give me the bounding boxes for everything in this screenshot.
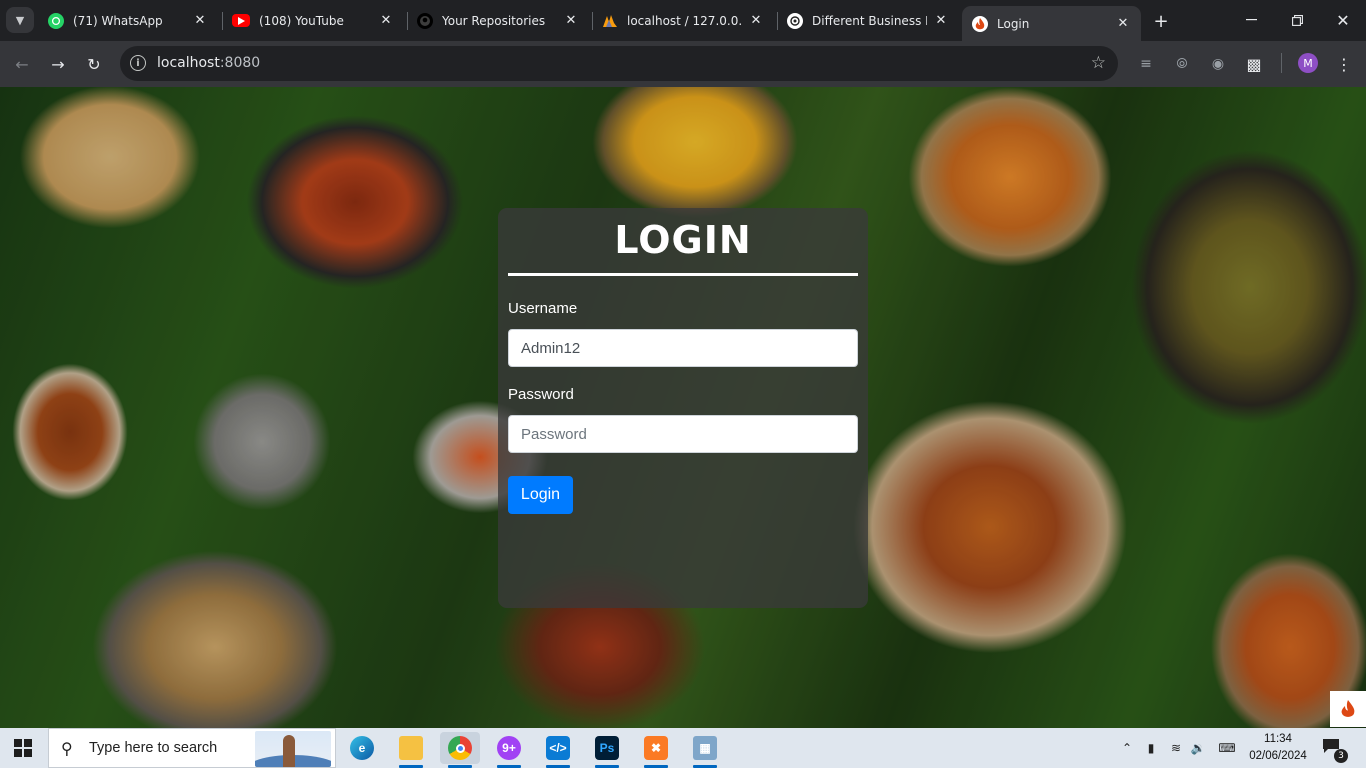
url-host: localhost [157, 55, 220, 71]
reload-button[interactable]: ↻ [82, 52, 106, 76]
system-clock[interactable]: 11:34 02/06/2024 [1240, 731, 1316, 765]
page-viewport: LOGIN Username Password Login [0, 87, 1366, 728]
chrome-icon [448, 736, 472, 760]
extensions-puzzle-icon[interactable]: ▩ [1243, 53, 1265, 75]
whatsapp-icon [48, 12, 64, 29]
volume-icon[interactable]: 🔉 [1190, 740, 1206, 756]
site-info-icon[interactable]: i [130, 55, 146, 71]
close-icon[interactable]: ✕ [192, 13, 208, 29]
camera-icon[interactable]: ◉ [1207, 53, 1229, 75]
restore-icon [1291, 14, 1303, 26]
close-icon: ✕ [1336, 10, 1350, 30]
tab-repositories[interactable]: Your Repositories ✕ [407, 6, 589, 35]
tab-youtube[interactable]: (108) YouTube ✕ [222, 6, 404, 35]
close-icon[interactable]: ✕ [378, 13, 394, 29]
taskbar-app-photoshop[interactable]: Ps [587, 732, 627, 768]
close-icon[interactable]: ✕ [933, 13, 949, 29]
notification-center-button[interactable]: 3 [1322, 738, 1348, 763]
file-explorer-icon [399, 736, 423, 760]
clock-time: 11:34 [1264, 733, 1292, 745]
taskbar-search-box[interactable]: ⚲ Type here to search [48, 728, 336, 768]
close-icon[interactable]: ✕ [1115, 16, 1131, 32]
search-icon: ⚲ [61, 739, 73, 758]
reload-icon: ↻ [87, 54, 101, 74]
tab-strip: ▼ (71) WhatsApp ✕ (108) YouTube ✕ Your R… [0, 0, 1366, 41]
openai-icon [787, 12, 803, 29]
phpmyadmin-icon [602, 13, 618, 29]
password-input[interactable] [508, 415, 858, 453]
image-viewer-icon: ▦ [693, 736, 717, 760]
codeigniter-icon [972, 15, 988, 32]
login-title: LOGIN [614, 218, 752, 262]
taskbar-app-edge[interactable]: e [342, 732, 382, 764]
minimize-icon [1245, 19, 1257, 21]
tab-label: Different Business En [812, 13, 927, 28]
chevron-down-icon: ▼ [15, 13, 25, 27]
profile-avatar[interactable]: M [1298, 53, 1318, 73]
taskbar-app-vscode[interactable]: </> [538, 732, 578, 768]
new-tab-button[interactable]: + [1150, 10, 1172, 32]
username-label: Username [508, 300, 578, 317]
browser-toolbar: ← → ↻ i localhost:8080 ☆ ≡ ⦾ ◉ ▩ ⋮ [0, 41, 1366, 87]
compass-icon[interactable]: ⦾ [1171, 53, 1193, 75]
tab-whatsapp[interactable]: (71) WhatsApp ✕ [38, 6, 218, 35]
tab-login[interactable]: Login ✕ [962, 6, 1141, 41]
xampp-icon: ✖ [644, 736, 668, 760]
username-input[interactable] [508, 329, 858, 367]
search-placeholder: Type here to search [89, 740, 218, 756]
back-button[interactable]: ← [10, 52, 34, 76]
clock-date: 02/06/2024 [1249, 750, 1307, 762]
tab-search-button[interactable]: ▼ [6, 7, 34, 33]
taskbar-app-chrome-profile[interactable]: 9+ [489, 732, 529, 768]
codeigniter-debug-toolbar-button[interactable] [1330, 691, 1366, 727]
youtube-icon [232, 14, 250, 27]
photoshop-icon: Ps [595, 736, 619, 760]
url-text[interactable]: localhost:8080 [157, 55, 260, 71]
edge-icon: e [350, 736, 374, 760]
windows-start-button[interactable] [14, 739, 32, 757]
tab-label: (71) WhatsApp [73, 13, 163, 28]
battery-icon[interactable]: ▮ [1143, 740, 1159, 756]
login-button[interactable]: Login [508, 476, 573, 514]
close-window-button[interactable]: ✕ [1330, 8, 1356, 32]
taskbar-app-xampp[interactable]: ✖ [636, 732, 676, 768]
notification-count-badge: 3 [1334, 749, 1348, 763]
vscode-icon: </> [546, 736, 570, 760]
address-bar[interactable]: i localhost:8080 ☆ [120, 46, 1118, 81]
extension-translate-icon[interactable]: ≡ [1135, 53, 1157, 75]
keyboard-icon[interactable]: ⌨ [1216, 740, 1238, 756]
plus-icon: + [1153, 10, 1169, 32]
title-divider [508, 273, 858, 276]
toolbar-separator [1281, 53, 1282, 73]
password-label: Password [508, 386, 574, 403]
menu-kebab-icon[interactable]: ⋮ [1333, 53, 1355, 75]
minimize-button[interactable] [1238, 8, 1264, 32]
taskbar-app-chrome[interactable] [440, 732, 480, 768]
restore-button[interactable] [1284, 8, 1310, 32]
arrow-right-icon: → [51, 54, 65, 74]
taskbar-app-file-explorer[interactable] [391, 732, 431, 768]
chrome-profile-icon: 9+ [497, 736, 521, 760]
github-icon [417, 12, 433, 29]
wifi-icon[interactable]: ≋ [1168, 740, 1184, 756]
search-highlight-image [255, 731, 331, 767]
tab-label: localhost / 127.0.0.1 / [627, 13, 742, 28]
close-icon[interactable]: ✕ [748, 13, 764, 29]
tab-label: Login [997, 16, 1030, 31]
tab-business[interactable]: Different Business En ✕ [777, 6, 959, 35]
windows-taskbar: ⚲ Type here to search e 9+ </> Ps ✖ ▦ ⌃ … [0, 728, 1366, 768]
tab-phpmyadmin[interactable]: localhost / 127.0.0.1 / ✕ [592, 6, 774, 35]
tab-label: Your Repositories [442, 13, 546, 28]
codeigniter-icon [1341, 700, 1355, 717]
login-card: LOGIN Username Password Login [498, 208, 868, 608]
arrow-left-icon: ← [15, 54, 29, 74]
close-icon[interactable]: ✕ [563, 13, 579, 29]
bookmark-star-icon[interactable]: ☆ [1091, 53, 1106, 73]
tab-label: (108) YouTube [259, 13, 344, 28]
tray-chevron-up-icon[interactable]: ⌃ [1119, 740, 1135, 756]
url-port: :8080 [219, 55, 261, 71]
taskbar-app-image-viewer[interactable]: ▦ [685, 732, 725, 768]
forward-button[interactable]: → [46, 52, 70, 76]
